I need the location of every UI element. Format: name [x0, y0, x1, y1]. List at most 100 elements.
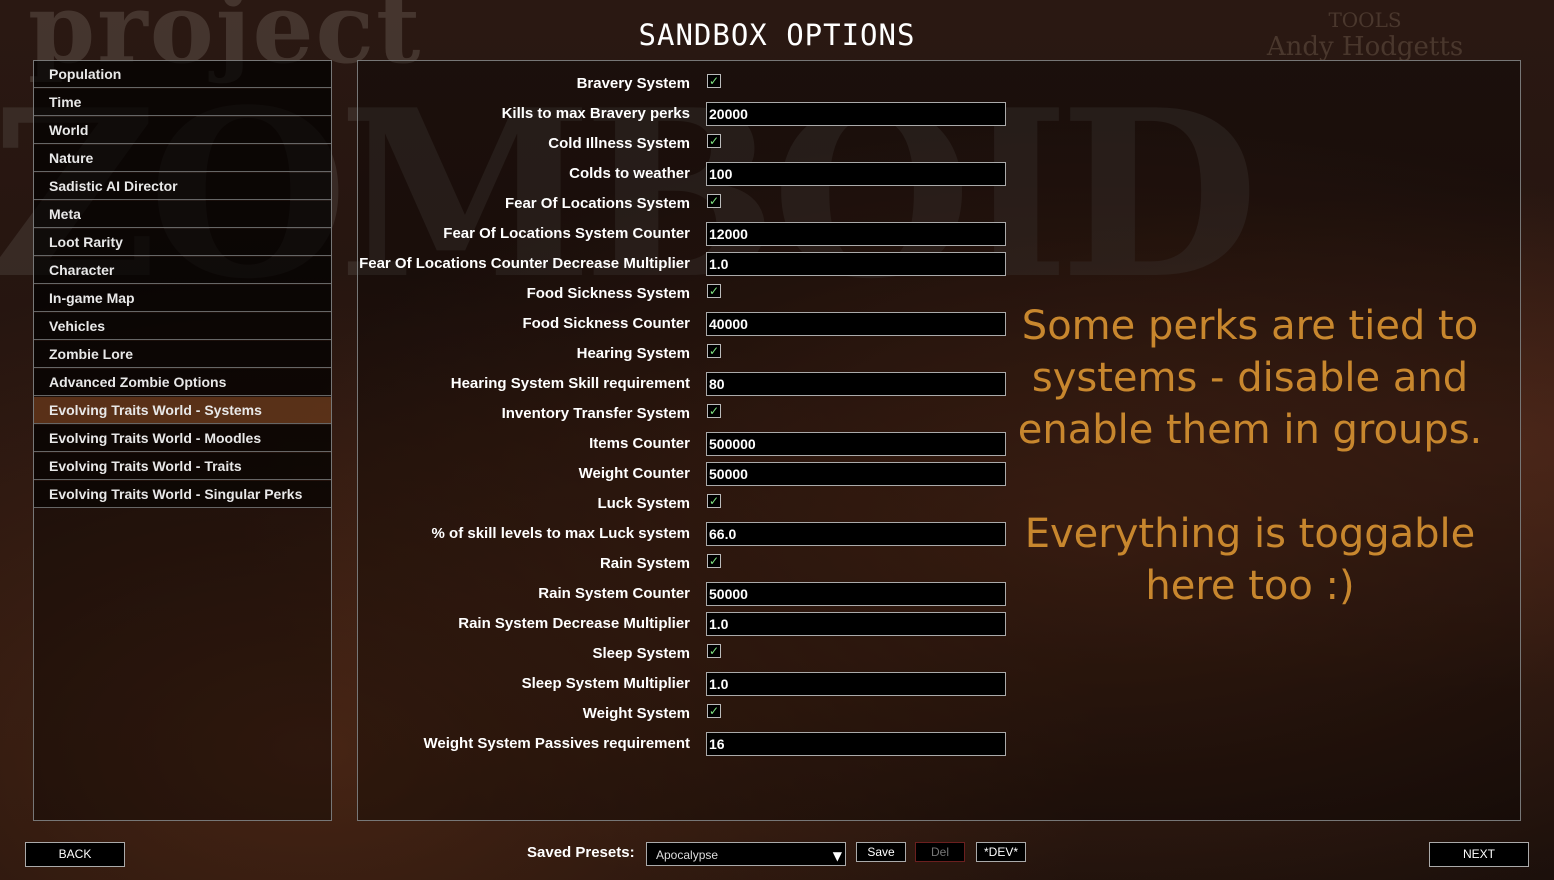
- option-checkbox[interactable]: ✓: [707, 74, 721, 88]
- option-checkbox[interactable]: ✓: [707, 404, 721, 418]
- option-text-field[interactable]: [706, 252, 1006, 276]
- option-row: Weight System Passives requirement: [358, 732, 1058, 756]
- sidebar-item[interactable]: Zombie Lore: [34, 341, 331, 368]
- option-checkbox[interactable]: ✓: [707, 344, 721, 358]
- option-row: Colds to weather: [358, 162, 1058, 186]
- option-label: Inventory Transfer System: [501, 405, 690, 422]
- preset-selected-value: Apocalypse: [656, 848, 719, 862]
- sidebar: Population Time World Nature Sadistic AI Dir…: [33, 60, 332, 821]
- option-row: Food Sickness System ✓: [358, 282, 1058, 306]
- option-row: Luck System ✓: [358, 492, 1058, 516]
- option-label: Fear Of Locations System Counter: [443, 225, 690, 242]
- option-row: Sleep System Multiplier: [358, 672, 1058, 696]
- option-text-field[interactable]: [706, 522, 1006, 546]
- option-label: Food Sickness Counter: [522, 315, 690, 332]
- option-row: Kills to max Bravery perks: [358, 102, 1058, 126]
- option-label: Rain System Counter: [538, 585, 690, 602]
- option-label: Weight System Passives requirement: [423, 735, 691, 752]
- sidebar-item[interactable]: Evolving Traits World - Traits: [34, 453, 331, 480]
- sidebar-item[interactable]: Meta: [34, 201, 331, 228]
- option-row: Items Counter: [358, 432, 1058, 456]
- option-label: Weight Counter: [578, 465, 690, 482]
- sidebar-item[interactable]: Evolving Traits World - Systems: [34, 397, 331, 424]
- option-row: Fear Of Locations System ✓: [358, 192, 1058, 216]
- option-row: Weight System ✓: [358, 702, 1058, 726]
- option-text-field[interactable]: [706, 162, 1006, 186]
- option-text-field[interactable]: [706, 672, 1006, 696]
- option-label: Rain System Decrease Multiplier: [458, 615, 690, 632]
- sidebar-item[interactable]: Sadistic AI Director: [34, 173, 331, 200]
- page-title: SANDBOX OPTIONS: [638, 18, 916, 52]
- option-label: % of skill levels to max Luck system: [431, 525, 690, 542]
- option-label: Sleep System: [592, 645, 690, 662]
- option-text-field[interactable]: [706, 612, 1006, 636]
- option-label: Fear Of Locations System: [504, 195, 690, 212]
- option-row: Rain System Counter: [358, 582, 1058, 606]
- chevron-down-icon: ▼: [832, 849, 842, 863]
- option-row: Rain System Decrease Multiplier: [358, 612, 1058, 636]
- hint-line-5: here too :): [1145, 563, 1355, 609]
- option-text-field[interactable]: [706, 102, 1006, 126]
- back-button[interactable]: BACK: [25, 842, 125, 867]
- option-row: Cold Illness System ✓: [358, 132, 1058, 156]
- option-checkbox[interactable]: ✓: [707, 194, 721, 208]
- option-label: Weight System: [582, 705, 690, 722]
- option-label: Luck System: [597, 495, 690, 512]
- option-checkbox[interactable]: ✓: [707, 704, 721, 718]
- option-text-field[interactable]: [706, 372, 1006, 396]
- option-text-field[interactable]: [706, 312, 1006, 336]
- option-text-field[interactable]: [706, 432, 1006, 456]
- sidebar-item[interactable]: World: [34, 117, 331, 144]
- option-label: Fear Of Locations Counter Decrease Multi…: [359, 255, 690, 272]
- option-label: Hearing System: [576, 345, 690, 362]
- preset-select[interactable]: Apocalypse ▼: [646, 842, 846, 866]
- option-checkbox[interactable]: ✓: [707, 494, 721, 508]
- option-label: Bravery System: [576, 75, 690, 92]
- option-text-field[interactable]: [706, 462, 1006, 486]
- option-checkbox[interactable]: ✓: [707, 284, 721, 298]
- hint-text: Some perks are tied to systems - disable…: [1010, 300, 1490, 612]
- delete-preset-button[interactable]: Del: [915, 842, 965, 862]
- save-preset-button[interactable]: Save: [856, 842, 906, 862]
- option-label: Items Counter: [589, 435, 690, 452]
- option-label: Hearing System Skill requirement: [450, 375, 690, 392]
- option-label: Kills to max Bravery perks: [501, 105, 690, 122]
- sidebar-item[interactable]: Loot Rarity: [34, 229, 331, 256]
- option-label: Rain System: [599, 555, 690, 572]
- option-label: Food Sickness System: [526, 285, 690, 302]
- option-text-field[interactable]: [706, 222, 1006, 246]
- sidebar-item[interactable]: Advanced Zombie Options: [34, 369, 331, 396]
- sidebar-item[interactable]: Character: [34, 257, 331, 284]
- sidebar-item[interactable]: Evolving Traits World - Singular Perks: [34, 481, 331, 508]
- option-label: Cold Illness System: [548, 135, 690, 152]
- sidebar-item[interactable]: Population: [34, 61, 331, 88]
- option-label: Colds to weather: [569, 165, 690, 182]
- option-checkbox[interactable]: ✓: [707, 134, 721, 148]
- sidebar-item[interactable]: Nature: [34, 145, 331, 172]
- hint-line-1: Some perks are tied to: [1021, 303, 1479, 349]
- saved-presets-label: Saved Presets:: [527, 844, 635, 861]
- sidebar-item[interactable]: Vehicles: [34, 313, 331, 340]
- option-row: Inventory Transfer System ✓: [358, 402, 1058, 426]
- option-row: Sleep System ✓: [358, 642, 1058, 666]
- option-label: Sleep System Multiplier: [521, 675, 690, 692]
- option-row: Hearing System ✓: [358, 342, 1058, 366]
- option-row: Hearing System Skill requirement: [358, 372, 1058, 396]
- sidebar-item[interactable]: In-game Map: [34, 285, 331, 312]
- option-checkbox[interactable]: ✓: [707, 554, 721, 568]
- hint-line-3: enable them in groups.: [1017, 407, 1483, 453]
- next-button[interactable]: NEXT: [1429, 842, 1529, 867]
- option-text-field[interactable]: [706, 582, 1006, 606]
- hint-line-2: systems - disable and: [1031, 355, 1469, 401]
- option-row: Food Sickness Counter: [358, 312, 1058, 336]
- option-checkbox[interactable]: ✓: [707, 644, 721, 658]
- option-text-field[interactable]: [706, 732, 1006, 756]
- option-row: Bravery System ✓: [358, 72, 1058, 96]
- option-row: Fear Of Locations System Counter: [358, 222, 1058, 246]
- hint-line-4: Everything is toggable: [1024, 511, 1476, 557]
- sidebar-item[interactable]: Time: [34, 89, 331, 116]
- dev-preset-button[interactable]: *DEV*: [976, 842, 1026, 862]
- option-row: % of skill levels to max Luck system: [358, 522, 1058, 546]
- sidebar-item[interactable]: Evolving Traits World - Moodles: [34, 425, 331, 452]
- option-row: Fear Of Locations Counter Decrease Multi…: [358, 252, 1058, 276]
